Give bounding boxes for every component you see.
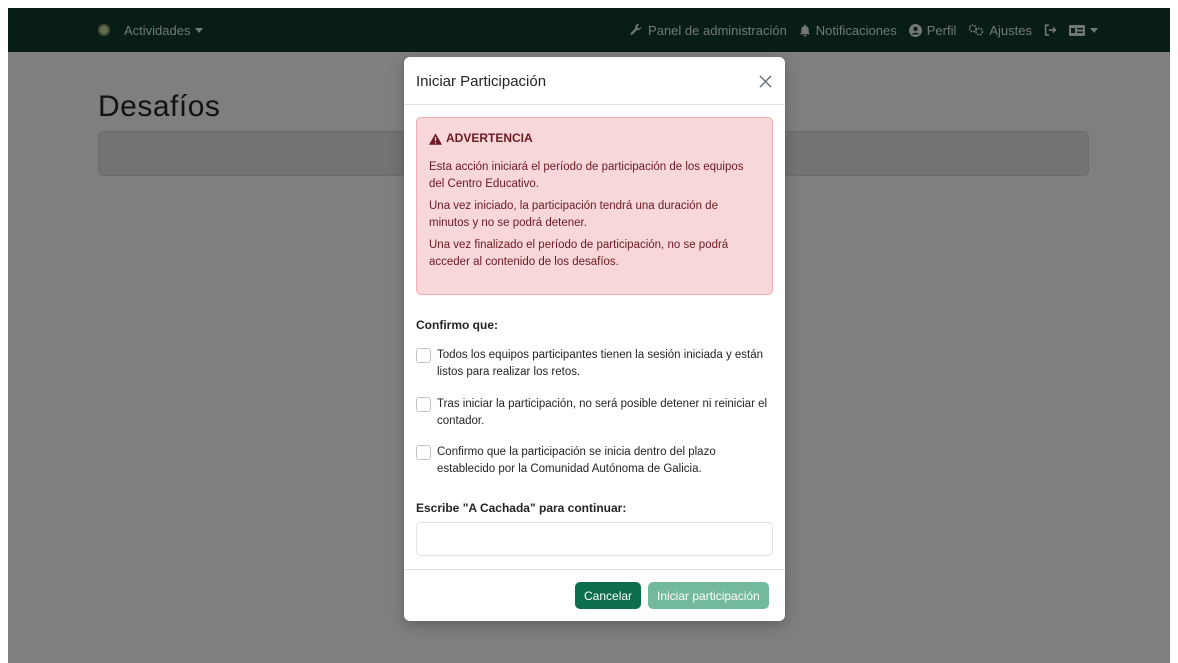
modal-header: Iniciar Participación xyxy=(404,57,785,105)
confirm-label: Confirmo que: xyxy=(416,318,498,332)
close-button[interactable] xyxy=(753,69,777,93)
modal-footer: Cancelar Iniciar participación xyxy=(404,569,785,621)
modal-title: Iniciar Participación xyxy=(416,73,547,90)
start-participation-dialog: Iniciar Participación ADVERTENCIA Esta a… xyxy=(404,57,785,621)
confirm-check-sessions: Todos los equipos participantes tienen l… xyxy=(416,347,776,381)
start-participation-button[interactable]: Iniciar participación xyxy=(648,582,769,609)
check-label: Confirmo que la participación se inicia … xyxy=(437,446,716,475)
close-icon xyxy=(758,74,772,88)
alert-title-text: ADVERTENCIA xyxy=(446,131,533,145)
alert-title: ADVERTENCIA xyxy=(429,130,760,147)
app-frame: Actividades Panel de administración Noti… xyxy=(8,8,1170,663)
check-label: Tras iniciar la participación, no será p… xyxy=(437,398,768,427)
check-label: Todos los equipos participantes tienen l… xyxy=(437,349,764,378)
confirmation-input-label: Escribe "A Cachada" para continuar: xyxy=(416,501,627,515)
alert-paragraph-3: Una vez finalizado el período de partici… xyxy=(429,239,729,268)
cancel-button[interactable]: Cancelar xyxy=(575,582,642,609)
confirm-check-counter: Tras iniciar la participación, no será p… xyxy=(416,396,776,430)
alert-paragraph-2: Una vez iniciado, la participación tendr… xyxy=(429,200,718,229)
checkbox[interactable] xyxy=(416,397,431,412)
alert-paragraph-1: Esta acción iniciará el período de parti… xyxy=(429,161,744,190)
checkbox[interactable] xyxy=(416,445,431,460)
warning-triangle-icon xyxy=(429,132,442,145)
warning-alert: ADVERTENCIA Esta acción iniciará el perí… xyxy=(416,117,773,295)
confirmation-text-input[interactable] xyxy=(416,522,773,556)
checkbox[interactable] xyxy=(416,348,431,363)
confirm-check-deadline: Confirmo que la participación se inicia … xyxy=(416,444,776,478)
